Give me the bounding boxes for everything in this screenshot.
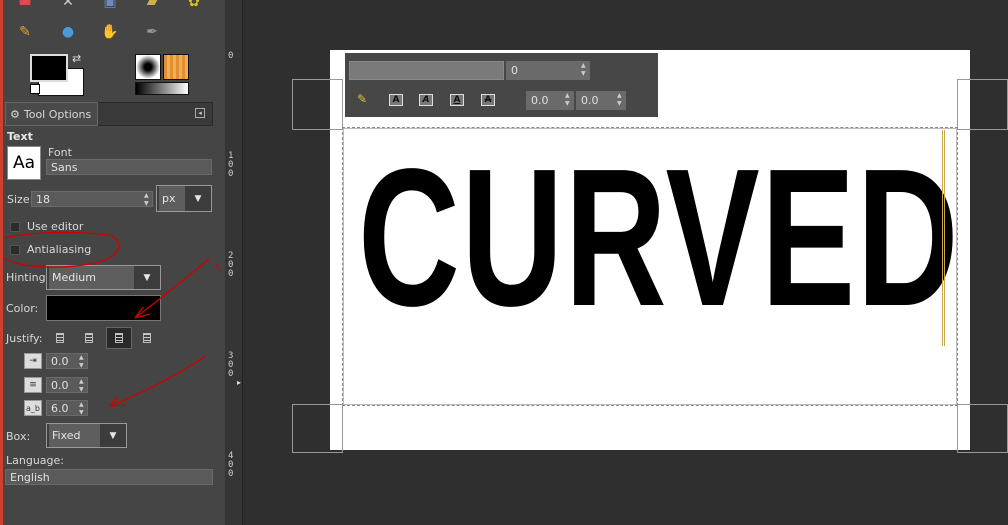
justify-center-button[interactable] bbox=[106, 327, 132, 349]
hinting-value: Medium bbox=[49, 266, 134, 289]
language-input[interactable]: English bbox=[5, 469, 213, 485]
hinting-label: Hinting: bbox=[6, 271, 50, 284]
chevron-down-icon: ▼ bbox=[109, 430, 117, 441]
default-colors-icon[interactable] bbox=[30, 84, 40, 94]
dodge-tool-icon[interactable]: ✿ bbox=[184, 0, 204, 12]
box-select[interactable]: Fixed ▼ bbox=[46, 423, 127, 448]
letter-spacing-spinner-icon[interactable]: ▲ ▼ bbox=[79, 401, 86, 416]
justify-fill-button[interactable] bbox=[136, 329, 158, 347]
font-input[interactable]: Sans bbox=[46, 159, 212, 175]
indent-icon: ⇥ bbox=[24, 353, 42, 369]
vertical-ruler: 0 100 200 300 400 ▸ bbox=[225, 0, 243, 525]
clear-style-icon[interactable]: ✎ bbox=[357, 92, 367, 106]
baseline-spinner-icon[interactable]: ▲ ▼ bbox=[565, 92, 572, 109]
text-cursor bbox=[942, 130, 945, 346]
kerning-value: 0.0 bbox=[581, 94, 599, 107]
hinting-select[interactable]: Medium ▼ bbox=[46, 265, 161, 290]
tab-label: Tool Options bbox=[23, 107, 92, 121]
gradient-preview[interactable] bbox=[135, 82, 189, 95]
indent-input[interactable]: 0.0 ▲ ▼ bbox=[46, 353, 88, 369]
chevron-down-icon: ▼ bbox=[194, 193, 202, 204]
color-label: Color: bbox=[6, 302, 39, 315]
tab-tool-options[interactable]: ⚙ Tool Options bbox=[5, 102, 98, 126]
toolbar-font-input[interactable] bbox=[349, 61, 504, 80]
ruler-mark: 100 bbox=[228, 151, 234, 179]
path-tool-icon[interactable]: ✕ bbox=[58, 0, 78, 12]
size-value: 18 bbox=[36, 192, 50, 206]
language-label: Language: bbox=[6, 454, 64, 467]
toolbar-size-value: 0 bbox=[511, 64, 518, 77]
toolbar-size-input[interactable]: 0 ▲ ▼ bbox=[506, 61, 590, 80]
letter-spacing-value: 6.0 bbox=[51, 401, 69, 415]
size-spinner-icon[interactable]: ▲ ▼ bbox=[144, 192, 151, 207]
foreground-color-swatch[interactable] bbox=[30, 54, 68, 82]
strikethrough-icon[interactable]: A bbox=[481, 94, 495, 106]
line-spacing-value: 0.0 bbox=[51, 378, 69, 392]
window-edge-strip bbox=[0, 0, 3, 525]
text-box-handle-bottom-right[interactable] bbox=[957, 404, 1008, 453]
font-label: Font bbox=[48, 146, 72, 159]
indent-spinner-icon[interactable]: ▲ ▼ bbox=[79, 354, 86, 369]
size-unit-value: px bbox=[159, 186, 185, 211]
justify-right-button[interactable] bbox=[78, 329, 100, 347]
justify-fill-icon bbox=[143, 333, 151, 343]
text-box-handle-top-right[interactable] bbox=[957, 79, 1008, 130]
text-box-handle-top-left[interactable] bbox=[292, 79, 343, 130]
brush-preview[interactable] bbox=[135, 54, 161, 80]
text-color-button[interactable] bbox=[46, 295, 161, 321]
font-preview-button[interactable]: Aa bbox=[7, 146, 41, 180]
justify-left-icon bbox=[56, 333, 64, 343]
swap-colors-icon[interactable]: ⇄ bbox=[72, 52, 81, 65]
tab-menu-icon[interactable]: ◂ bbox=[195, 108, 205, 118]
bold-icon[interactable]: A bbox=[389, 94, 403, 106]
text-tool-icon[interactable]: ✎ bbox=[15, 22, 35, 42]
smudge-tool-icon[interactable]: ✋ bbox=[100, 22, 120, 42]
antialiasing-checkbox[interactable] bbox=[10, 245, 20, 255]
ruler-pointer-icon: ▸ bbox=[237, 378, 242, 387]
ruler-mark: 400 bbox=[228, 451, 234, 479]
size-input[interactable]: 18 ▲ ▼ bbox=[31, 191, 153, 207]
ruler-mark: 300 bbox=[228, 351, 234, 379]
use-editor-checkbox[interactable] bbox=[10, 222, 20, 232]
color-picker-tool-icon[interactable]: ✒ bbox=[142, 22, 162, 42]
kerning-spinner-icon[interactable]: ▲ ▼ bbox=[617, 92, 624, 109]
bucket-tool-icon[interactable]: ▰ bbox=[142, 0, 162, 12]
canvas-text[interactable]: CURVED bbox=[358, 138, 959, 338]
letter-spacing-icon: a_b bbox=[24, 400, 42, 416]
section-title: Text bbox=[7, 130, 33, 143]
line-spacing-input[interactable]: 0.0 ▲ ▼ bbox=[46, 377, 88, 393]
eraser-tool-icon[interactable]: ▬ bbox=[15, 0, 35, 12]
ruler-mark: 200 bbox=[228, 251, 234, 279]
justify-left-button[interactable] bbox=[49, 329, 71, 347]
ruler-mark: 0 bbox=[228, 51, 234, 61]
toolbar-size-spinner-icon[interactable]: ▲ ▼ bbox=[581, 62, 588, 79]
size-label: Size: bbox=[7, 193, 34, 206]
justify-right-icon bbox=[85, 333, 93, 343]
baseline-input[interactable]: 0.0 ▲ ▼ bbox=[526, 91, 574, 110]
tool-options-icon: ⚙ bbox=[10, 107, 20, 121]
indent-value: 0.0 bbox=[51, 354, 69, 368]
justify-center-icon bbox=[115, 333, 123, 343]
kerning-input[interactable]: 0.0 ▲ ▼ bbox=[576, 91, 626, 110]
italic-icon[interactable]: A bbox=[419, 94, 433, 106]
antialiasing-label: Antialiasing bbox=[27, 243, 92, 256]
box-label: Box: bbox=[6, 430, 31, 443]
size-unit-select[interactable]: px ▼ bbox=[156, 185, 212, 212]
baseline-value: 0.0 bbox=[531, 94, 549, 107]
text-box-handle-bottom-left[interactable] bbox=[292, 404, 343, 453]
box-value: Fixed bbox=[49, 424, 100, 447]
underline-icon[interactable]: A bbox=[450, 94, 464, 106]
blur-tool-icon[interactable]: ● bbox=[58, 22, 78, 42]
letter-spacing-input[interactable]: 6.0 ▲ ▼ bbox=[46, 400, 88, 416]
justify-label: Justify: bbox=[6, 332, 43, 345]
pattern-preview[interactable] bbox=[163, 54, 189, 80]
line-spacing-spinner-icon[interactable]: ▲ ▼ bbox=[79, 378, 86, 393]
use-editor-label: Use editor bbox=[27, 220, 84, 233]
line-spacing-icon: ≡ bbox=[24, 377, 42, 393]
chevron-down-icon: ▼ bbox=[143, 272, 151, 283]
clone-tool-icon[interactable]: ▣ bbox=[100, 0, 120, 12]
